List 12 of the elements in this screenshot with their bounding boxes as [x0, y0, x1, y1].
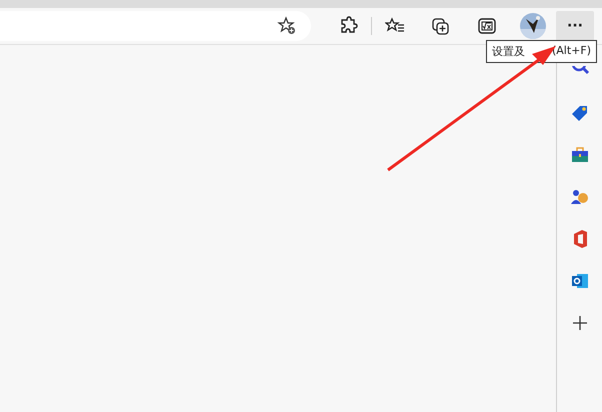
- games-icon[interactable]: [570, 187, 590, 207]
- profile-avatar[interactable]: [520, 13, 546, 39]
- toolbox-icon[interactable]: [570, 145, 590, 165]
- tag-icon[interactable]: [570, 103, 590, 123]
- tooltip-text: 设置及: [492, 44, 525, 59]
- search-icon[interactable]: [570, 66, 590, 76]
- outlook-icon[interactable]: [570, 271, 590, 291]
- collections-icon[interactable]: [431, 16, 451, 36]
- math-solver-icon[interactable]: [477, 16, 497, 36]
- more-button[interactable]: ···: [556, 11, 594, 41]
- favorite-add-icon[interactable]: [277, 16, 297, 36]
- tooltip-text: (Alt+F): [552, 44, 591, 59]
